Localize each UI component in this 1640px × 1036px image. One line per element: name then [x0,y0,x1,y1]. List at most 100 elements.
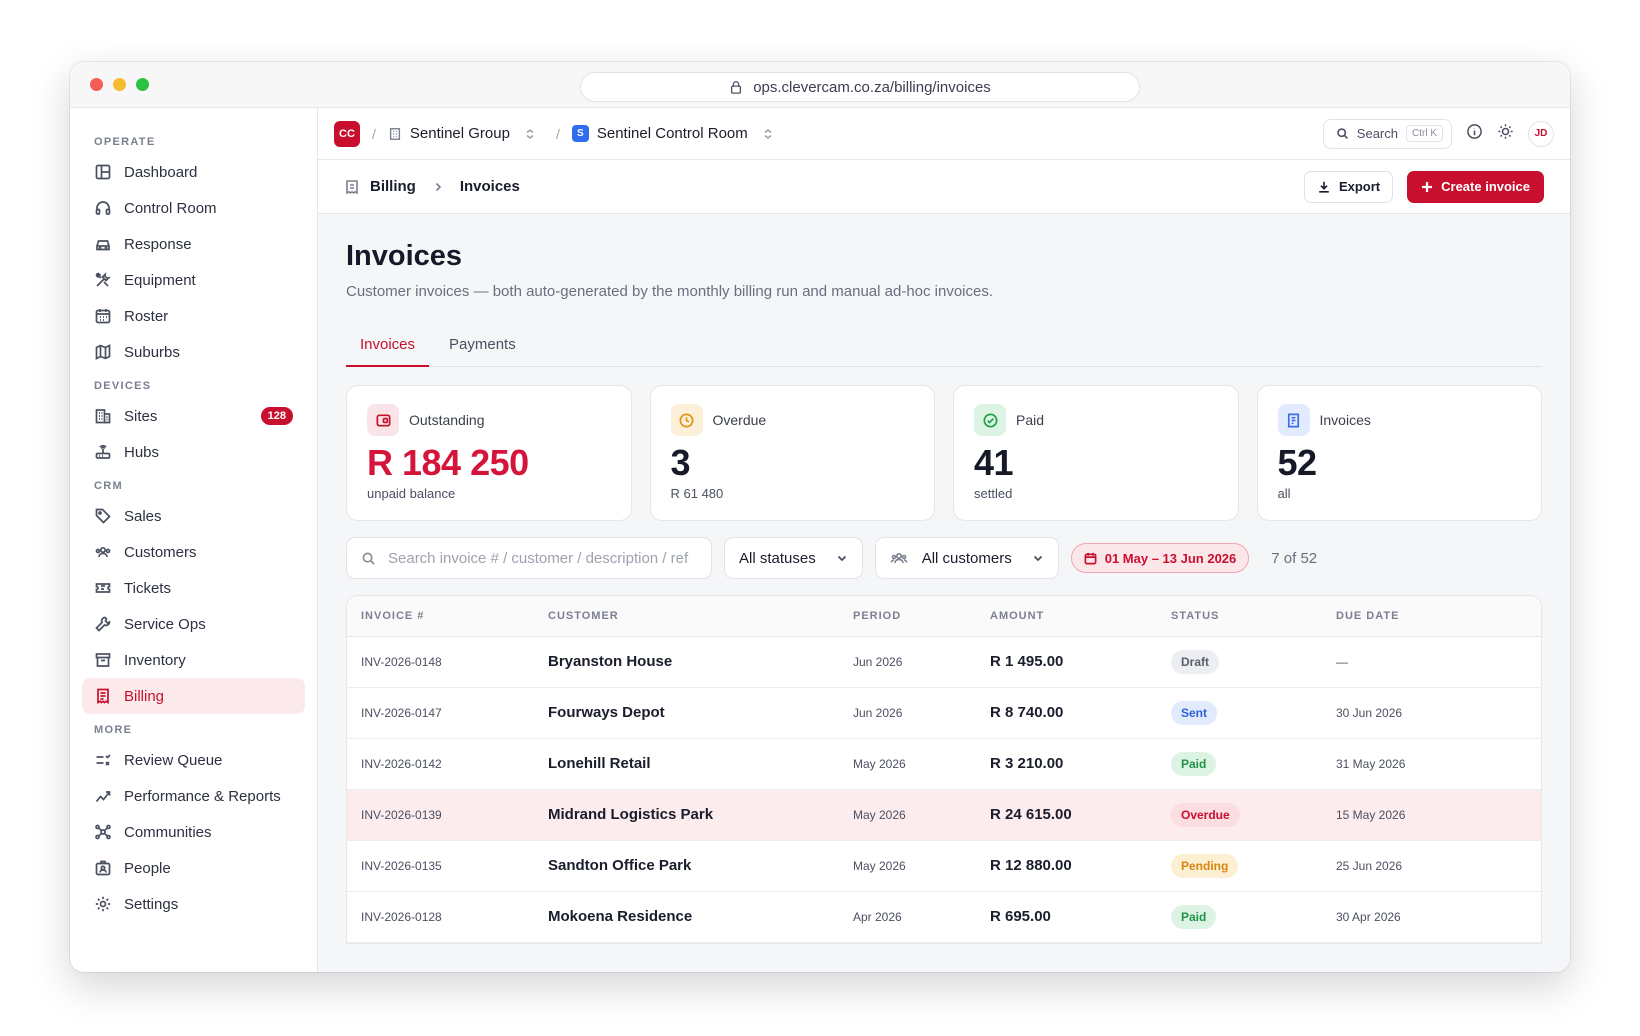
stat-label: Outstanding [409,412,485,428]
column-header-customer[interactable]: CUSTOMER [534,596,839,637]
room-switcher[interactable]: S Sentinel Control Room [571,125,774,142]
group-switcher[interactable]: Sentinel Group [388,125,536,142]
sidebar-item-communities[interactable]: Communities [82,814,305,850]
customer-name: Midrand Logistics Park [534,789,839,841]
sidebar-item-sites[interactable]: Sites 128 [82,398,305,434]
sidebar-item-service-ops[interactable]: Service Ops [82,606,305,642]
result-count: 7 of 52 [1271,549,1318,567]
sidebar-item-performance-reports[interactable]: Performance & Reports [82,778,305,814]
customer-filter-select[interactable]: All customers [874,537,1059,579]
sidebar-item-settings[interactable]: Settings [82,886,305,922]
sidebar-item-control-room[interactable]: Control Room [82,190,305,226]
tab-invoices[interactable]: Invoices [346,326,430,367]
invoice-amount: R 1 495.00 [976,636,1157,688]
table-row[interactable]: INV-2026-0139 Midrand Logistics Park May… [347,789,1541,841]
users-icon [95,546,111,558]
sidebar-item-label: Roster [124,307,169,325]
breadcrumb-separator: / [372,125,376,142]
minimize-window-button[interactable] [113,78,126,91]
page-actions: Export Create invoice [1303,170,1544,203]
page-content: Invoices Customer invoices — both auto-g… [318,214,1570,970]
invoice-period: May 2026 [839,840,976,892]
sidebar-item-label: Response [124,235,192,253]
status-filter-select[interactable]: All statuses [724,537,863,579]
due-date: 15 May 2026 [1322,789,1541,841]
avatar[interactable]: JD [1528,120,1554,147]
table-row[interactable]: INV-2026-0148 Bryanston House Jun 2026 R… [347,636,1541,688]
table-row[interactable]: INV-2026-0128 Mokoena Residence Apr 2026… [347,891,1541,943]
table-row[interactable]: INV-2026-0142 Lonehill Retail May 2026 R… [347,738,1541,790]
maximize-window-button[interactable] [136,78,149,91]
table-header-row: INVOICE # CUSTOMER PERIOD AMOUNT STATUS … [347,596,1541,637]
stat-label: Paid [1016,412,1045,428]
invoice-search-input[interactable]: Search invoice # / customer / descriptio… [346,537,712,579]
sidebar-item-sales[interactable]: Sales [82,498,305,534]
list-check-icon [96,754,111,766]
sidebar-item-hubs[interactable]: Hubs [82,434,305,470]
info-button[interactable] [1466,123,1483,145]
info-icon [1467,123,1482,139]
page-title: Invoices [346,240,463,272]
receipt-icon [346,179,358,194]
status-filter-value: All statuses [739,549,816,567]
customer-name: Mokoena Residence [534,891,839,943]
column-header-period[interactable]: PERIOD [839,596,976,637]
sidebar-item-label: Sites [124,407,158,425]
column-header-status[interactable]: STATUS [1157,596,1322,637]
download-icon [1319,181,1329,193]
sidebar-item-customers[interactable]: Customers [82,534,305,570]
export-button[interactable]: Export [1303,170,1394,203]
main-area: CC / Sentinel Group / S Sentinel Control… [318,108,1570,972]
address-bar[interactable]: ops.clevercam.co.za/billing/invoices [580,72,1140,102]
due-date: 30 Apr 2026 [1322,891,1541,943]
invoice-number: INV-2026-0135 [347,840,534,892]
org-badge[interactable]: CC [334,120,360,147]
column-header-invoice[interactable]: INVOICE # [347,596,534,637]
sidebar-section-label: OPERATE [94,136,156,148]
status-badge: Sent [1171,700,1218,725]
calendar-icon [1084,552,1097,564]
column-header-due-date[interactable]: DUE DATE [1322,596,1541,637]
sidebar-item-tickets[interactable]: Tickets [82,570,305,606]
page-header-bar: Billing Invoices Export Create invoice [318,160,1570,214]
browser-window: ops.clevercam.co.za/billing/invoices OPE… [70,62,1570,972]
table-row[interactable]: INV-2026-0135 Sandton Office Park May 20… [347,840,1541,892]
sidebar-item-dashboard[interactable]: Dashboard [82,154,305,190]
sidebar-item-suburbs[interactable]: Suburbs [82,334,305,370]
global-search-button[interactable]: Search Ctrl K [1322,118,1452,149]
stat-cards: Outstanding R 184 250 unpaid balance Ove… [346,385,1542,521]
sidebar-item-inventory[interactable]: Inventory [82,642,305,678]
tag-icon [95,508,111,524]
sidebar-item-equipment[interactable]: Equipment [82,262,305,298]
column-header-amount[interactable]: AMOUNT [976,596,1157,637]
browser-titlebar: ops.clevercam.co.za/billing/invoices [70,62,1570,108]
group-name: Sentinel Group [409,125,510,142]
sun-icon [1498,123,1513,139]
building-icon [95,409,111,424]
date-range-chip[interactable]: 01 May – 13 Jun 2026 [1070,543,1250,573]
trend-icon [95,791,111,803]
invoice-number: INV-2026-0142 [347,738,534,790]
stat-card-overdue: Overdue 3 R 61 480 [649,385,935,521]
theme-toggle-button[interactable] [1497,123,1514,145]
create-invoice-button[interactable]: Create invoice [1407,170,1544,203]
invoice-amount: R 8 740.00 [976,687,1157,739]
sidebar-item-billing[interactable]: Billing [82,678,305,714]
close-window-button[interactable] [90,78,103,91]
table-row[interactable]: INV-2026-0147 Fourways Depot Jun 2026 R … [347,687,1541,739]
tab-payments[interactable]: Payments [435,326,530,366]
topbar-actions: Search Ctrl K JD [1322,118,1554,149]
sidebar-item-people[interactable]: People [82,850,305,886]
id-card-icon [95,860,111,876]
breadcrumb-billing[interactable]: Billing [370,178,416,195]
status-cell: Pending [1157,840,1322,892]
gear-icon [95,896,111,912]
sidebar-item-label: Suburbs [124,343,180,361]
wrench-icon [95,616,111,632]
sidebar-item-roster[interactable]: Roster [82,298,305,334]
invoice-amount: R 3 210.00 [976,738,1157,790]
sidebar-item-response[interactable]: Response [82,226,305,262]
sidebar-item-review-queue[interactable]: Review Queue [82,742,305,778]
sidebar-section-label: MORE [94,724,133,736]
sidebar-section-label: CRM [94,480,123,492]
